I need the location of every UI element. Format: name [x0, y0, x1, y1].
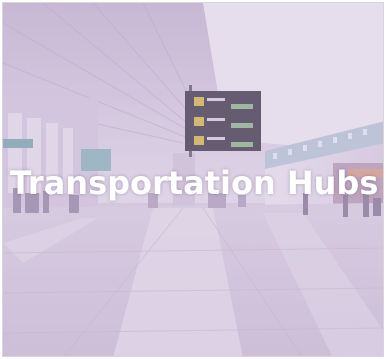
- tile-title: Transportation Hubs: [9, 164, 379, 202]
- category-tile[interactable]: Transportation Hubs: [2, 2, 384, 357]
